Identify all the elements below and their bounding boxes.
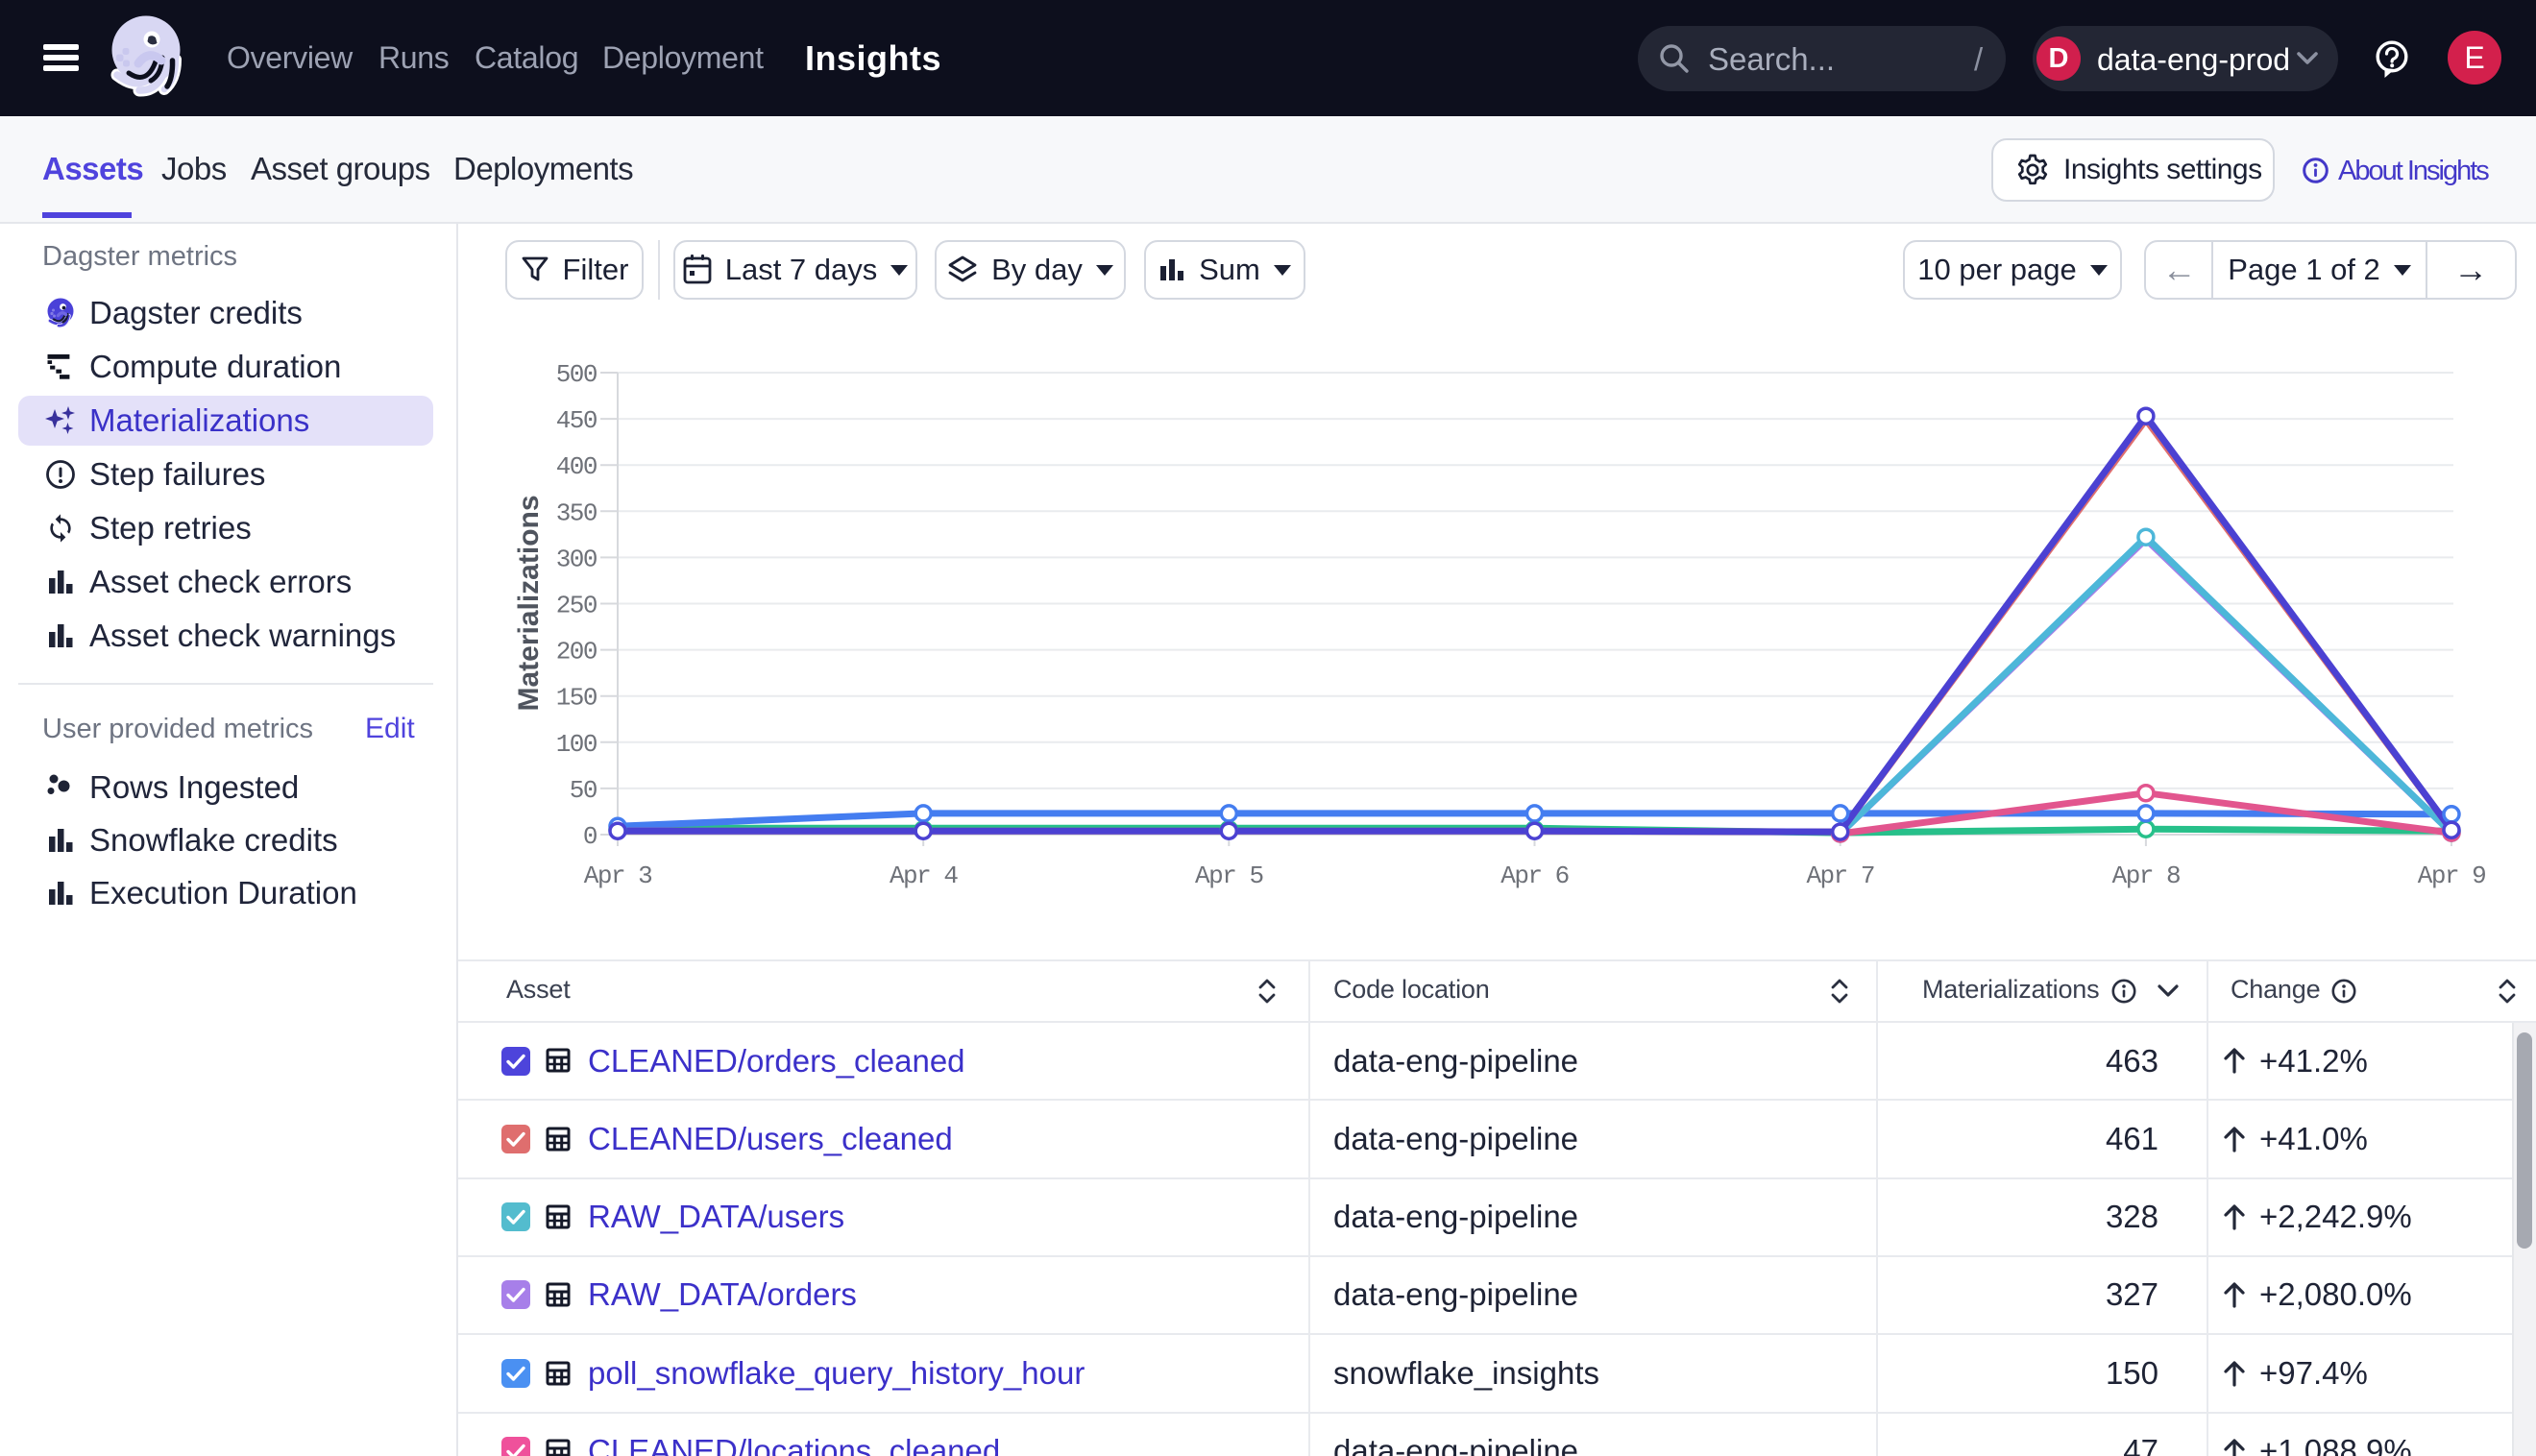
svg-text:Apr 7: Apr 7 (1806, 861, 1874, 890)
svg-text:0: 0 (583, 822, 597, 851)
svg-text:100: 100 (556, 730, 597, 759)
svg-text:Materializations: Materializations (513, 495, 545, 711)
svg-text:150: 150 (556, 684, 597, 713)
svg-text:350: 350 (556, 498, 597, 527)
svg-text:50: 50 (570, 776, 597, 805)
svg-text:450: 450 (556, 406, 597, 435)
svg-text:Apr 9: Apr 9 (2418, 861, 2486, 890)
svg-text:400: 400 (556, 452, 597, 481)
svg-text:Apr 3: Apr 3 (584, 861, 652, 890)
svg-text:300: 300 (556, 545, 597, 573)
svg-text:Apr 6: Apr 6 (1500, 861, 1569, 890)
svg-text:250: 250 (556, 592, 597, 620)
svg-text:Apr 5: Apr 5 (1195, 861, 1263, 890)
svg-text:200: 200 (556, 638, 597, 667)
svg-text:Apr 8: Apr 8 (2112, 861, 2181, 890)
svg-text:500: 500 (556, 360, 597, 389)
svg-text:Apr 4: Apr 4 (890, 861, 958, 890)
